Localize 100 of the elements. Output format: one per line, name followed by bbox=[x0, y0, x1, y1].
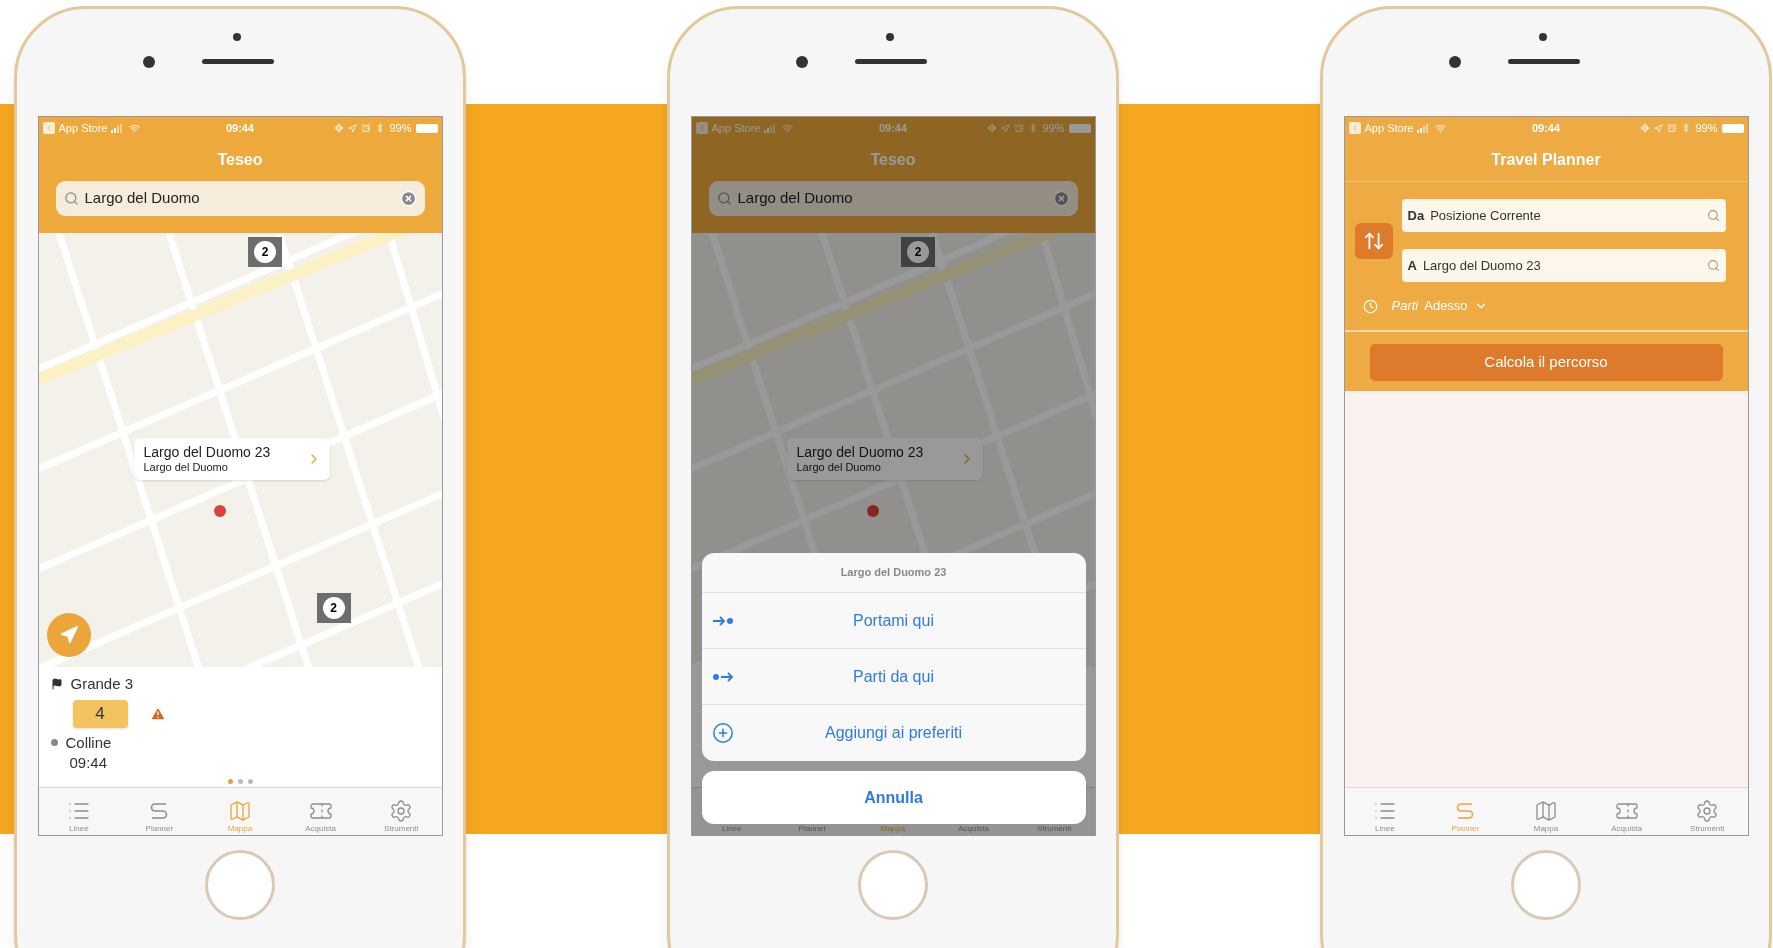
tab-item[interactable]: Strumenti bbox=[1666, 799, 1748, 834]
search-icon bbox=[63, 191, 79, 206]
warning-icon bbox=[149, 705, 166, 722]
wifi-icon bbox=[129, 122, 141, 134]
back-to-app-link[interactable]: App Store bbox=[58, 119, 108, 137]
battery-icon bbox=[1068, 123, 1091, 133]
rotation-lock-icon bbox=[1640, 123, 1651, 133]
line-number: 4 bbox=[72, 699, 128, 728]
battery-percent: 99% bbox=[1042, 120, 1065, 136]
map-view[interactable]: 2 2 Largo del Duomo 23 Largo del Duomo bbox=[38, 233, 442, 667]
settings-icon bbox=[389, 799, 414, 823]
back-chevron-icon bbox=[1348, 122, 1361, 134]
bluetooth-icon bbox=[1681, 123, 1692, 133]
wifi-icon bbox=[1435, 122, 1447, 134]
tab-item[interactable]: Linee bbox=[38, 799, 120, 834]
back-chevron-icon bbox=[42, 122, 55, 134]
battery-percent: 99% bbox=[389, 120, 412, 136]
origin-field[interactable]: Da Posizione Corrente bbox=[1401, 199, 1726, 232]
sheet-action[interactable]: Parti da qui bbox=[701, 649, 1086, 705]
search-field[interactable]: Largo del Duomo bbox=[708, 181, 1078, 216]
callout-subtitle: Largo del Duomo bbox=[143, 460, 229, 474]
sheet-action[interactable]: Aggiungi ai preferiti bbox=[701, 705, 1086, 761]
camera-icon bbox=[796, 56, 808, 68]
tab-item[interactable]: Planner bbox=[119, 799, 200, 834]
alarm-icon bbox=[1014, 123, 1025, 133]
bluetooth-icon bbox=[1028, 123, 1039, 133]
tab-item[interactable]: Acquista bbox=[280, 799, 361, 834]
cluster-marker[interactable]: 2 bbox=[901, 237, 936, 268]
map-icon bbox=[228, 799, 252, 823]
clear-icon[interactable] bbox=[399, 190, 417, 207]
search-icon bbox=[1706, 259, 1720, 272]
location-pin-icon bbox=[866, 505, 879, 517]
cluster-marker[interactable]: 2 bbox=[316, 593, 351, 624]
rotation-lock-icon bbox=[987, 123, 998, 133]
status-time: 09:44 bbox=[225, 120, 255, 136]
calculate-route-button[interactable]: Calcola il percorso bbox=[1369, 344, 1723, 381]
screen-title: Travel Planner bbox=[1491, 150, 1601, 170]
settings-icon bbox=[1695, 799, 1720, 823]
sheet-action[interactable]: Portami qui bbox=[701, 593, 1086, 649]
swap-button[interactable] bbox=[1354, 222, 1393, 259]
back-chevron-icon bbox=[695, 122, 708, 134]
clear-icon[interactable] bbox=[1052, 190, 1070, 207]
camera-icon bbox=[143, 56, 155, 68]
callout-title: Largo del Duomo 23 bbox=[143, 444, 272, 460]
dot-to-arrow-icon bbox=[711, 671, 734, 682]
battery-icon bbox=[415, 123, 438, 133]
search-icon bbox=[716, 191, 732, 206]
cluster-marker[interactable]: 2 bbox=[248, 237, 283, 268]
add-circle-icon bbox=[711, 722, 734, 744]
tab-item[interactable]: Linee bbox=[1344, 799, 1426, 834]
speaker-icon bbox=[1508, 59, 1580, 64]
clock-icon bbox=[1362, 298, 1378, 314]
screen-title: Teseo bbox=[217, 150, 263, 170]
rotation-lock-icon bbox=[334, 123, 345, 133]
alarm-icon bbox=[1667, 123, 1678, 133]
departure-time-dropdown[interactable]: Parti Adesso bbox=[1391, 296, 1488, 316]
tab-item[interactable]: Mappa bbox=[1505, 799, 1587, 834]
locate-me-button[interactable] bbox=[46, 613, 91, 657]
status-time: 09:44 bbox=[1531, 120, 1561, 136]
sheet-title: Largo del Duomo 23 bbox=[840, 565, 947, 581]
location-pin-icon bbox=[213, 505, 226, 517]
bluetooth-icon bbox=[375, 123, 386, 133]
location-icon bbox=[1654, 123, 1664, 133]
camera-icon bbox=[1449, 56, 1461, 68]
tab-item[interactable]: Mappa bbox=[852, 824, 934, 834]
stop-name: Grande 3 bbox=[70, 674, 134, 694]
sensor-icon bbox=[233, 33, 241, 41]
wifi-icon bbox=[782, 122, 794, 134]
sensor-icon bbox=[1539, 33, 1547, 41]
tab-item[interactable]: Mappa bbox=[199, 799, 281, 834]
sensor-icon bbox=[886, 33, 894, 41]
departure-time: 09:44 bbox=[69, 754, 109, 772]
location-callout[interactable]: Largo del Duomo 23 Largo del Duomo bbox=[786, 438, 983, 480]
location-icon bbox=[1001, 123, 1011, 133]
search-icon bbox=[1706, 209, 1720, 222]
back-to-app-link[interactable]: App Store bbox=[1364, 119, 1414, 137]
destination-name: Colline bbox=[65, 732, 112, 753]
navigation-arrow-icon bbox=[58, 625, 79, 645]
tab-item[interactable]: Strumenti bbox=[360, 799, 442, 834]
tab-item[interactable]: Acquista bbox=[933, 824, 1014, 834]
status-time: 09:44 bbox=[878, 120, 908, 136]
location-icon bbox=[348, 123, 358, 133]
back-to-app-link[interactable]: App Store bbox=[711, 119, 761, 137]
callout-subtitle: Largo del Duomo bbox=[796, 460, 882, 474]
destination-field[interactable]: A Largo del Duomo 23 bbox=[1401, 249, 1726, 282]
battery-percent: 99% bbox=[1695, 120, 1718, 136]
speaker-icon bbox=[855, 59, 927, 64]
flag-icon bbox=[50, 678, 63, 691]
tab-item[interactable]: Planner bbox=[1425, 799, 1506, 834]
speaker-icon bbox=[202, 59, 274, 64]
search-field[interactable]: Largo del Duomo bbox=[55, 181, 425, 216]
alarm-icon bbox=[361, 123, 372, 133]
cancel-button[interactable]: Annulla bbox=[701, 771, 1086, 824]
screen-title: Teseo bbox=[870, 150, 916, 170]
location-callout[interactable]: Largo del Duomo 23 Largo del Duomo bbox=[133, 438, 330, 480]
arrow-to-dot-icon bbox=[711, 615, 734, 626]
tab-item[interactable]: Acquista bbox=[1586, 799, 1667, 834]
map-icon bbox=[1534, 799, 1558, 823]
callout-title: Largo del Duomo 23 bbox=[796, 444, 925, 460]
battery-icon bbox=[1721, 123, 1744, 133]
